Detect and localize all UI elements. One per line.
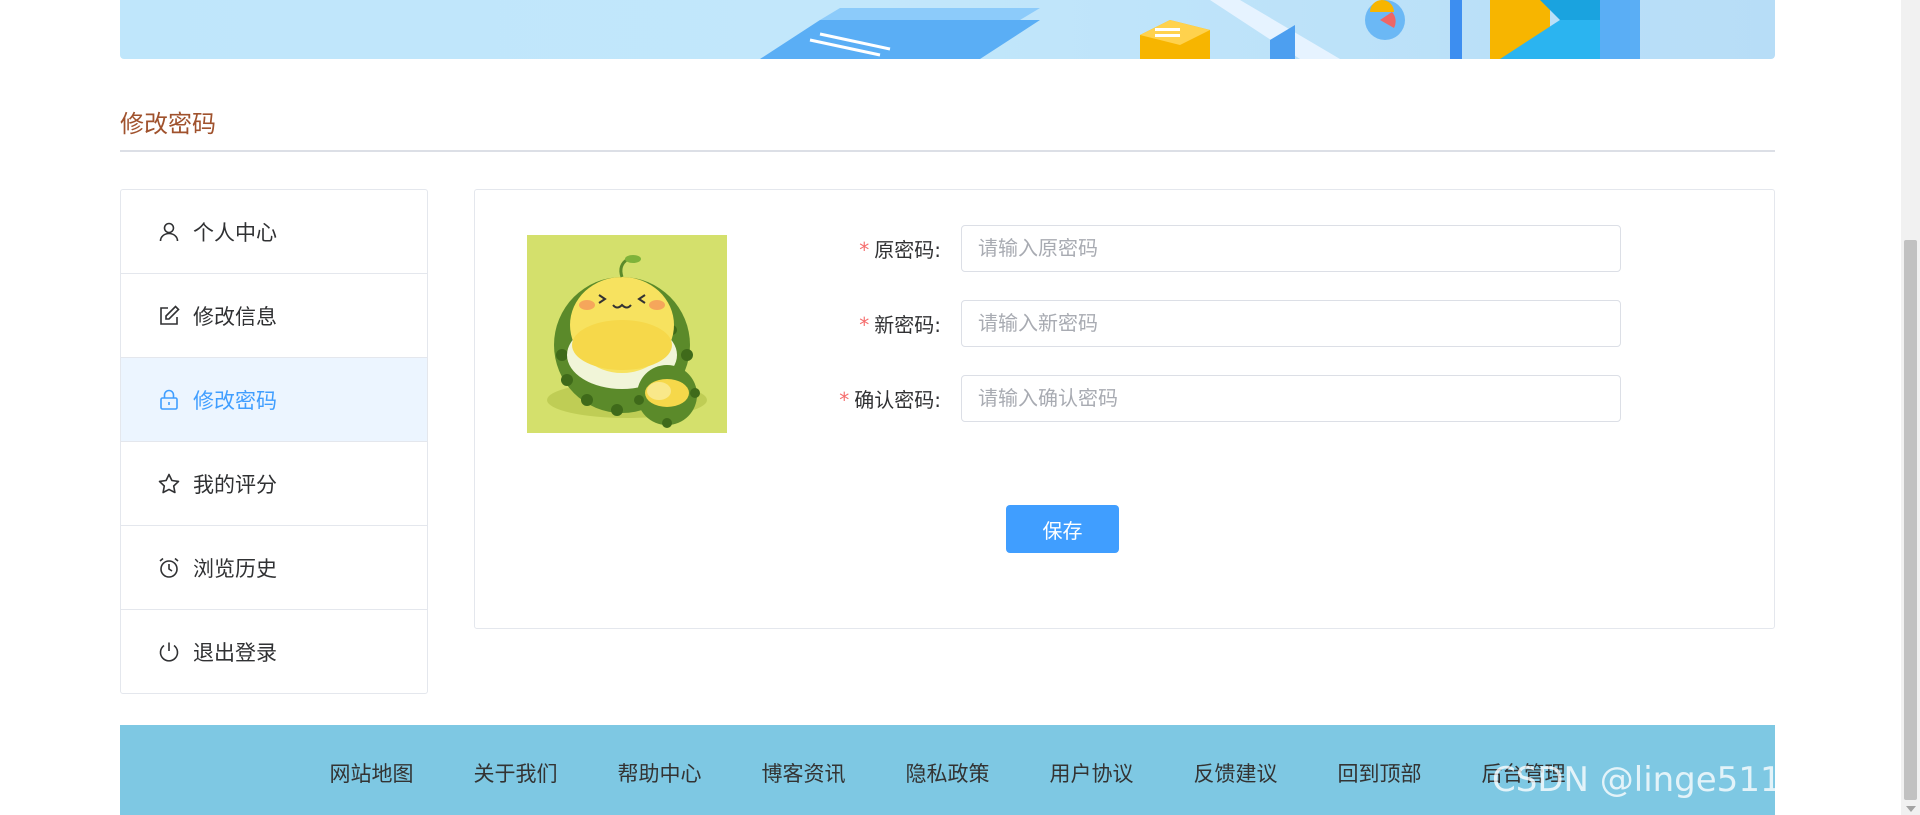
edit-icon [157,304,181,328]
required-mark: * [859,312,870,337]
confirm-password-label-text: 确认密码: [854,387,941,412]
change-password-panel: * 原密码: * 新密码: * 确认密码: 保存 [474,189,1775,629]
sidebar-item-label: 退出登录 [193,641,277,665]
new-password-label-text: 新密码: [874,312,941,337]
lock-icon [157,388,181,412]
sidebar-item-change-password[interactable]: 修改密码 [121,358,427,442]
footer-link-back-to-top[interactable]: 回到顶部 [1308,758,1452,788]
footer-link-help-center[interactable]: 帮助中心 [588,758,732,788]
sidebar-item-label: 修改密码 [193,388,277,413]
sidebar-item-label: 我的评分 [193,472,277,497]
page-title: 修改密码 [120,110,216,138]
sidebar-item-my-ratings[interactable]: 我的评分 [121,442,427,526]
page-scrollbar[interactable] [1901,0,1920,815]
save-button[interactable]: 保存 [1006,505,1119,553]
confirm-password-row: * 确认密码: [775,374,1621,422]
banner-illustration [760,0,1640,59]
footer-link-feedback[interactable]: 反馈建议 [1164,758,1308,788]
power-icon [157,640,181,664]
sidebar-item-label: 个人中心 [193,220,277,245]
footer-link-privacy-policy[interactable]: 隐私政策 [876,758,1020,788]
sidebar-menu: 个人中心 修改信息 修改密码 我的评分 浏览历史 退出登录 [120,189,428,694]
csdn-watermark: CSDN @linge511873822 [1492,760,1912,800]
title-divider [120,150,1775,152]
sidebar-item-label: 浏览历史 [193,556,277,581]
scroll-down-arrow-icon[interactable] [1906,806,1916,812]
sidebar-item-logout[interactable]: 退出登录 [121,610,427,694]
new-password-input[interactable] [961,299,1621,347]
new-password-row: * 新密码: [775,299,1621,347]
old-password-input[interactable] [961,224,1621,272]
avatar [527,235,727,433]
confirm-password-input[interactable] [961,374,1621,422]
confirm-password-label: * 确认密码: [775,384,961,413]
required-mark: * [839,387,850,412]
footer-link-about-us[interactable]: 关于我们 [444,758,588,788]
sidebar-item-personal-center[interactable]: 个人中心 [121,190,427,274]
alarm-clock-icon [157,556,181,580]
footer-link-sitemap[interactable]: 网站地图 [300,758,444,788]
sidebar-item-edit-info[interactable]: 修改信息 [121,274,427,358]
sidebar-item-browse-history[interactable]: 浏览历史 [121,526,427,610]
sidebar-item-label: 修改信息 [193,304,277,329]
scrollbar-thumb[interactable] [1904,240,1917,800]
top-banner [120,0,1775,59]
required-mark: * [859,237,870,262]
star-icon [157,472,181,496]
new-password-label: * 新密码: [775,309,961,338]
old-password-row: * 原密码: [775,224,1621,272]
old-password-label: * 原密码: [775,234,961,263]
old-password-label-text: 原密码: [874,237,941,262]
footer-link-blog[interactable]: 博客资讯 [732,758,876,788]
user-icon [157,220,181,244]
durian-mascot-image [547,255,707,428]
footer-link-user-agreement[interactable]: 用户协议 [1020,758,1164,788]
